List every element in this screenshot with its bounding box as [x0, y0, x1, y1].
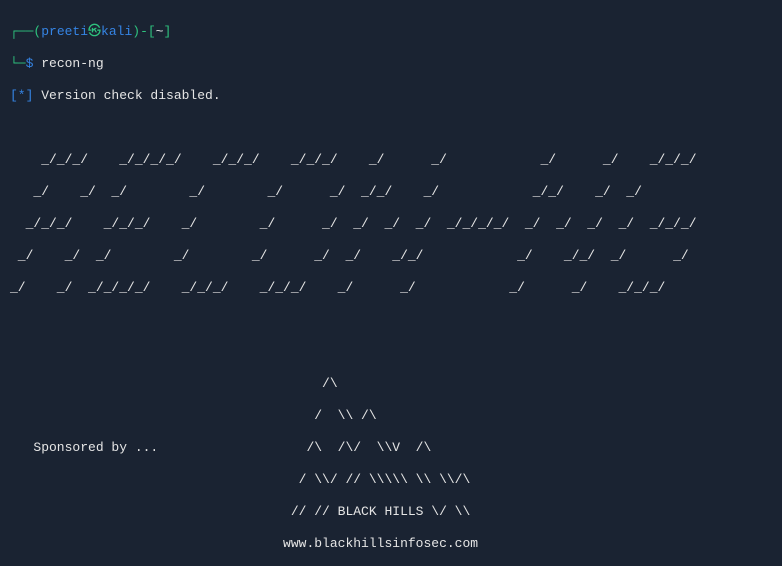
bhills-1: /\ — [10, 376, 772, 392]
blank-line — [10, 344, 772, 360]
prompt-open: ┌──( — [10, 24, 41, 39]
ascii-banner-3: _/_/_/ _/_/_/ _/ _/ _/ _/ _/ _/ _/_/_/_/… — [10, 216, 772, 232]
prompt-at: ㉿ — [88, 24, 101, 39]
prompt-end: ] — [163, 24, 171, 39]
ascii-banner-4: _/ _/ _/ _/ _/ _/ _/ _/_/ _/ _/_/ _/ _/ — [10, 248, 772, 264]
command-typed: recon-ng — [33, 56, 103, 71]
ascii-banner-2: _/ _/ _/ _/ _/ _/ _/_/ _/ _/_/ _/ _/ — [10, 184, 772, 200]
bhills-url: www.blackhillsinfosec.com — [10, 536, 772, 552]
bhills-3-tail: /\ /\/ \\V /\ — [158, 440, 431, 455]
terminal-window[interactable]: ┌──(preeti㉿kali)-[~] └─$ recon-ng [*] Ve… — [0, 0, 782, 566]
sponsor-line: Sponsored by ... /\ /\/ \\V /\ — [10, 440, 772, 456]
bhills-4: / \\/ // \\\\\ \\ \\/\ — [10, 472, 772, 488]
ascii-banner-5: _/ _/ _/_/_/_/ _/_/_/ _/_/_/ _/ _/ _/ _/… — [10, 280, 772, 296]
shell-prompt-line1: ┌──(preeti㉿kali)-[~] — [10, 24, 772, 40]
bhills-5: // // BLACK HILLS \/ \\ — [10, 504, 772, 520]
prompt-close: )-[ — [132, 24, 155, 39]
shell-prompt-line2: └─$ recon-ng — [10, 56, 772, 72]
blank-line — [10, 120, 772, 136]
prompt-user: preeti — [41, 24, 88, 39]
prompt-host: kali — [101, 24, 132, 39]
sponsor-label: Sponsored by ... — [10, 440, 158, 455]
bhills-2: / \\ /\ — [10, 408, 772, 424]
blank-line — [10, 312, 772, 328]
star-marker: [*] — [10, 88, 33, 103]
output-version-check: [*] Version check disabled. — [10, 88, 772, 104]
version-text: Version check disabled. — [33, 88, 220, 103]
prompt-lead: └─ — [10, 56, 26, 71]
ascii-banner-1: _/_/_/ _/_/_/_/ _/_/_/ _/_/_/ _/ _/ _/ _… — [10, 152, 772, 168]
